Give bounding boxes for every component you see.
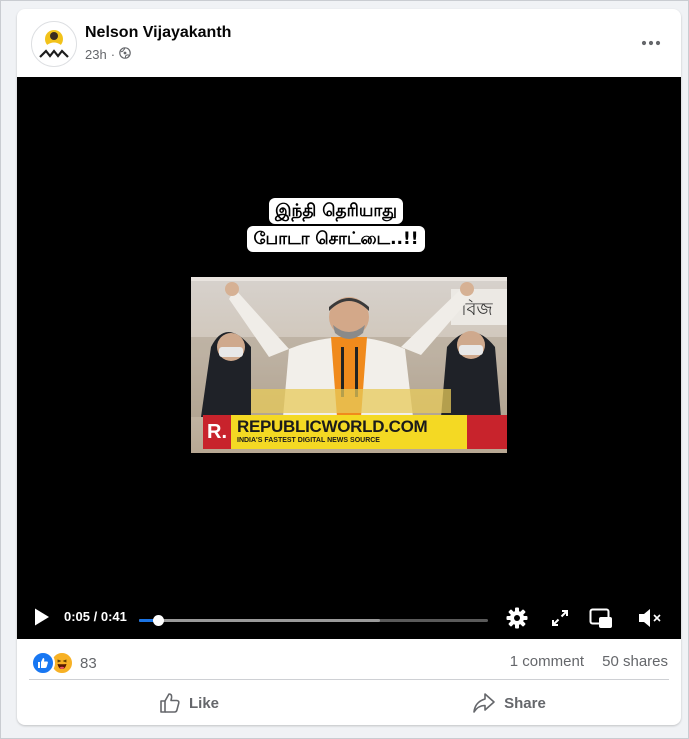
banner-logo: R. <box>203 415 231 449</box>
banner-main: REPUBLICWORLD.COM INDIA'S FASTEST DIGITA… <box>231 415 467 449</box>
thumbs-up-icon <box>160 693 180 713</box>
video-controls: 0:05 / 0:41 <box>17 597 681 637</box>
post-time[interactable]: 23h <box>85 47 107 62</box>
news-banner: R. REPUBLICWORLD.COM INDIA'S FASTEST DIG… <box>191 411 507 453</box>
page-frame: Nelson Vijayakanth 23h · இந்தி தெரியாது … <box>0 0 689 739</box>
author-name[interactable]: Nelson Vijayakanth <box>85 24 231 42</box>
banner-tail <box>467 415 507 449</box>
video-caption: இந்தி தெரியாது போடா சொட்டை..!! <box>231 197 441 253</box>
meta-separator: · <box>110 47 116 62</box>
picture-in-picture-icon <box>589 608 612 628</box>
like-label: Like <box>188 694 219 712</box>
post-card: Nelson Vijayakanth 23h · இந்தி தெரியாது … <box>17 9 681 725</box>
caption-line-1: இந்தி தெரியாது <box>268 198 404 224</box>
shares-count-link[interactable]: 50 shares <box>602 653 668 670</box>
mute-button[interactable] <box>637 607 663 629</box>
progress-buffered <box>139 619 380 622</box>
video-frame: বিজ R. REPUBLICWORLD.COM INDIA'S FASTEST… <box>191 277 507 453</box>
author-avatar[interactable] <box>31 21 77 67</box>
share-button[interactable]: Share <box>349 685 669 721</box>
video-player[interactable]: இந்தி தெரியாது போடா சொட்டை..!! বিজ R. RE… <box>17 77 681 639</box>
volume-muted-icon <box>639 609 661 627</box>
play-button[interactable] <box>33 607 51 627</box>
globe-icon[interactable] <box>119 47 131 62</box>
play-icon <box>35 608 49 626</box>
post-stats: 83 1 comment 50 shares <box>17 639 681 683</box>
progress-scrubber-handle[interactable] <box>152 615 164 626</box>
banner-subtitle: INDIA'S FASTEST DIGITAL NEWS SOURCE <box>237 437 380 444</box>
share-arrow-icon <box>473 693 495 713</box>
post-meta: 23h · <box>85 47 131 62</box>
fullscreen-icon <box>552 610 568 626</box>
like-reaction-icon <box>31 651 55 675</box>
reaction-count: 83 <box>80 654 97 672</box>
post-header: Nelson Vijayakanth 23h · <box>17 9 681 77</box>
share-label: Share <box>504 694 546 712</box>
picture-in-picture-button[interactable] <box>589 607 613 629</box>
post-actions: Like Share <box>17 681 681 725</box>
banner-title: REPUBLICWORLD.COM <box>237 417 428 436</box>
caption-line-2: போடா சொட்டை..!! <box>247 226 425 252</box>
more-options-button[interactable] <box>637 31 665 55</box>
like-button[interactable]: Like <box>29 685 349 721</box>
gear-icon <box>506 607 528 629</box>
actions-divider <box>29 679 669 680</box>
fullscreen-button[interactable] <box>551 609 569 627</box>
settings-button[interactable] <box>506 607 528 629</box>
video-progress-bar[interactable] <box>139 615 488 626</box>
comments-count-link[interactable]: 1 comment <box>510 653 584 670</box>
more-options-icon <box>641 40 661 46</box>
video-time: 0:05 / 0:41 <box>64 609 127 624</box>
reactions-summary[interactable]: 83 <box>31 651 97 675</box>
